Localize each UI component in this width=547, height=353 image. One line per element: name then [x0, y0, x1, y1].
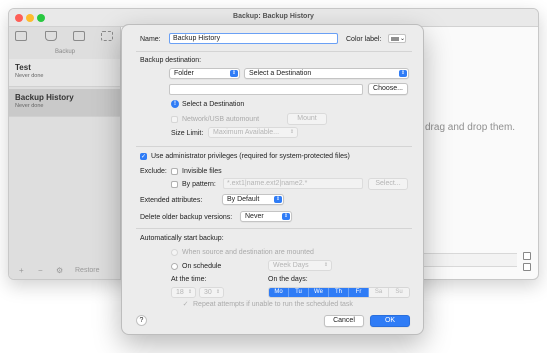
- day-saturday[interactable]: Sa: [369, 288, 389, 297]
- color-label-picker[interactable]: ⌄: [388, 34, 406, 43]
- sidebar: Backup Test Never done Backup History Ne…: [9, 27, 121, 279]
- on-schedule-label: On schedule: [182, 263, 222, 270]
- destination-path-field[interactable]: [169, 84, 363, 95]
- admin-privileges-checkbox[interactable]: ✓: [140, 153, 147, 160]
- by-pattern-label: By pattern:: [182, 181, 216, 188]
- extended-attributes-popup[interactable]: By Default ⇕: [222, 194, 284, 205]
- destination-type-value: Folder: [174, 70, 194, 77]
- size-limit-value: Maximum Available...: [213, 129, 280, 136]
- log-icon[interactable]: [523, 252, 531, 260]
- invisible-files-label: Invisible files: [182, 168, 222, 175]
- hour-value: 18: [176, 289, 184, 296]
- when-mounted-label: When source and destination are mounted: [182, 249, 314, 256]
- ok-button[interactable]: OK: [370, 315, 410, 327]
- divider: [136, 51, 412, 52]
- remove-icon[interactable]: −: [38, 266, 43, 275]
- divider: [136, 228, 412, 229]
- choose-button[interactable]: Choose...: [368, 83, 408, 95]
- minute-value: 30: [204, 289, 212, 296]
- at-time-label: At the time:: [171, 276, 207, 283]
- destination-select-popup[interactable]: Select a Destination ⇕: [244, 68, 409, 79]
- day-monday[interactable]: Mo: [269, 288, 289, 297]
- schedule-popup[interactable]: Week Days ⇕: [268, 260, 332, 271]
- sidebar-item-label: Test: [15, 63, 31, 72]
- destination-type-popup[interactable]: Folder ⇕: [169, 68, 240, 79]
- copy-icon[interactable]: [73, 31, 85, 41]
- chevron-updown-icon: ⇕: [282, 213, 290, 220]
- day-wednesday[interactable]: We: [309, 288, 329, 297]
- grid-icon[interactable]: [15, 31, 27, 41]
- day-thursday[interactable]: Th: [329, 288, 349, 297]
- auto-start-label: Automatically start backup:: [140, 235, 224, 242]
- admin-privileges-label: Use administrator privileges (required f…: [151, 153, 350, 160]
- repeat-attempts-label: Repeat attempts if unable to run the sch…: [193, 301, 353, 308]
- restore-button[interactable]: Restore: [75, 267, 100, 274]
- settings-icon[interactable]: ⚙: [56, 266, 63, 275]
- network-automount-label: Network/USB automount: [182, 116, 260, 123]
- sidebar-footer: + − ⚙ Restore: [9, 263, 121, 279]
- day-tuesday[interactable]: Tu: [289, 288, 309, 297]
- destination-select-value: Select a Destination: [249, 70, 312, 77]
- destination-label: Backup destination:: [140, 57, 202, 64]
- sidebar-item-status: Never done: [15, 73, 44, 79]
- sidebar-item-test[interactable]: Test Never done: [9, 59, 120, 87]
- size-limit-popup[interactable]: Maximum Available... ⇕: [208, 127, 298, 138]
- help-button[interactable]: ?: [136, 315, 147, 326]
- sidebar-group-label: Backup: [54, 49, 75, 55]
- destination-info-text: Select a Destination: [182, 101, 245, 108]
- delete-versions-popup[interactable]: Never ⇕: [240, 211, 292, 222]
- select-button[interactable]: Select...: [368, 178, 408, 190]
- chevron-updown-icon: ⇕: [323, 262, 329, 268]
- name-label: Name:: [140, 36, 161, 43]
- repeat-attempts-checkbox[interactable]: ✓: [182, 301, 189, 308]
- by-pattern-checkbox[interactable]: [171, 181, 178, 188]
- when-mounted-radio[interactable]: [171, 249, 178, 256]
- delete-versions-label: Delete older backup versions:: [140, 214, 233, 221]
- on-schedule-radio[interactable]: [171, 263, 178, 270]
- exclude-label: Exclude:: [140, 168, 167, 175]
- hour-stepper[interactable]: 18 ⇕: [171, 287, 196, 298]
- sidebar-item-backup-history[interactable]: Backup History Never done: [9, 89, 120, 117]
- chevron-updown-icon: ⇕: [289, 129, 295, 135]
- sidebar-item-status: Never done: [15, 103, 44, 109]
- sidebar-item-label: Backup History: [15, 93, 74, 102]
- pattern-field[interactable]: *.ext1|name.ext2|name2.*: [223, 178, 363, 189]
- size-limit-label: Size Limit:: [171, 130, 204, 137]
- chevron-updown-icon: ⇕: [274, 196, 282, 203]
- chevron-updown-icon: ⇕: [215, 289, 221, 295]
- day-sunday[interactable]: Su: [389, 288, 409, 297]
- schedule-value: Week Days: [273, 262, 309, 269]
- days-selector: Mo Tu We Th Fr Sa Su: [268, 287, 410, 298]
- chevron-updown-icon: ⇕: [230, 70, 238, 77]
- drop-hint-text: drag and drop them.: [425, 122, 516, 133]
- add-icon[interactable]: +: [19, 266, 24, 275]
- window-title: Backup: Backup History: [233, 13, 314, 20]
- extended-attributes-label: Extended attributes:: [140, 197, 203, 204]
- chevron-updown-icon: ⇕: [187, 289, 193, 295]
- color-swatch: [391, 37, 399, 41]
- network-automount-checkbox[interactable]: [171, 116, 178, 123]
- chevron-down-icon: ⌄: [400, 36, 406, 42]
- info-icon[interactable]: [523, 263, 531, 271]
- mount-button[interactable]: Mount: [287, 113, 327, 125]
- log-strip: [417, 253, 517, 267]
- sync-icon[interactable]: [101, 31, 113, 41]
- color-label: Color label:: [346, 36, 382, 43]
- chevron-updown-icon: ⇕: [399, 70, 407, 77]
- extended-attributes-value: By Default: [227, 196, 260, 203]
- backup-settings-sheet: Name: Backup History Color label: ⌄ Back…: [121, 24, 424, 335]
- invisible-files-checkbox[interactable]: [171, 168, 178, 175]
- name-field[interactable]: Backup History: [169, 33, 338, 44]
- archive-icon[interactable]: [45, 31, 57, 41]
- delete-versions-value: Never: [245, 213, 264, 220]
- cancel-button[interactable]: Cancel: [324, 315, 364, 327]
- day-friday[interactable]: Fr: [349, 288, 369, 297]
- minute-stepper[interactable]: 30 ⇕: [199, 287, 224, 298]
- divider: [136, 146, 412, 147]
- info-icon: !: [171, 100, 179, 108]
- on-days-label: On the days:: [268, 276, 308, 283]
